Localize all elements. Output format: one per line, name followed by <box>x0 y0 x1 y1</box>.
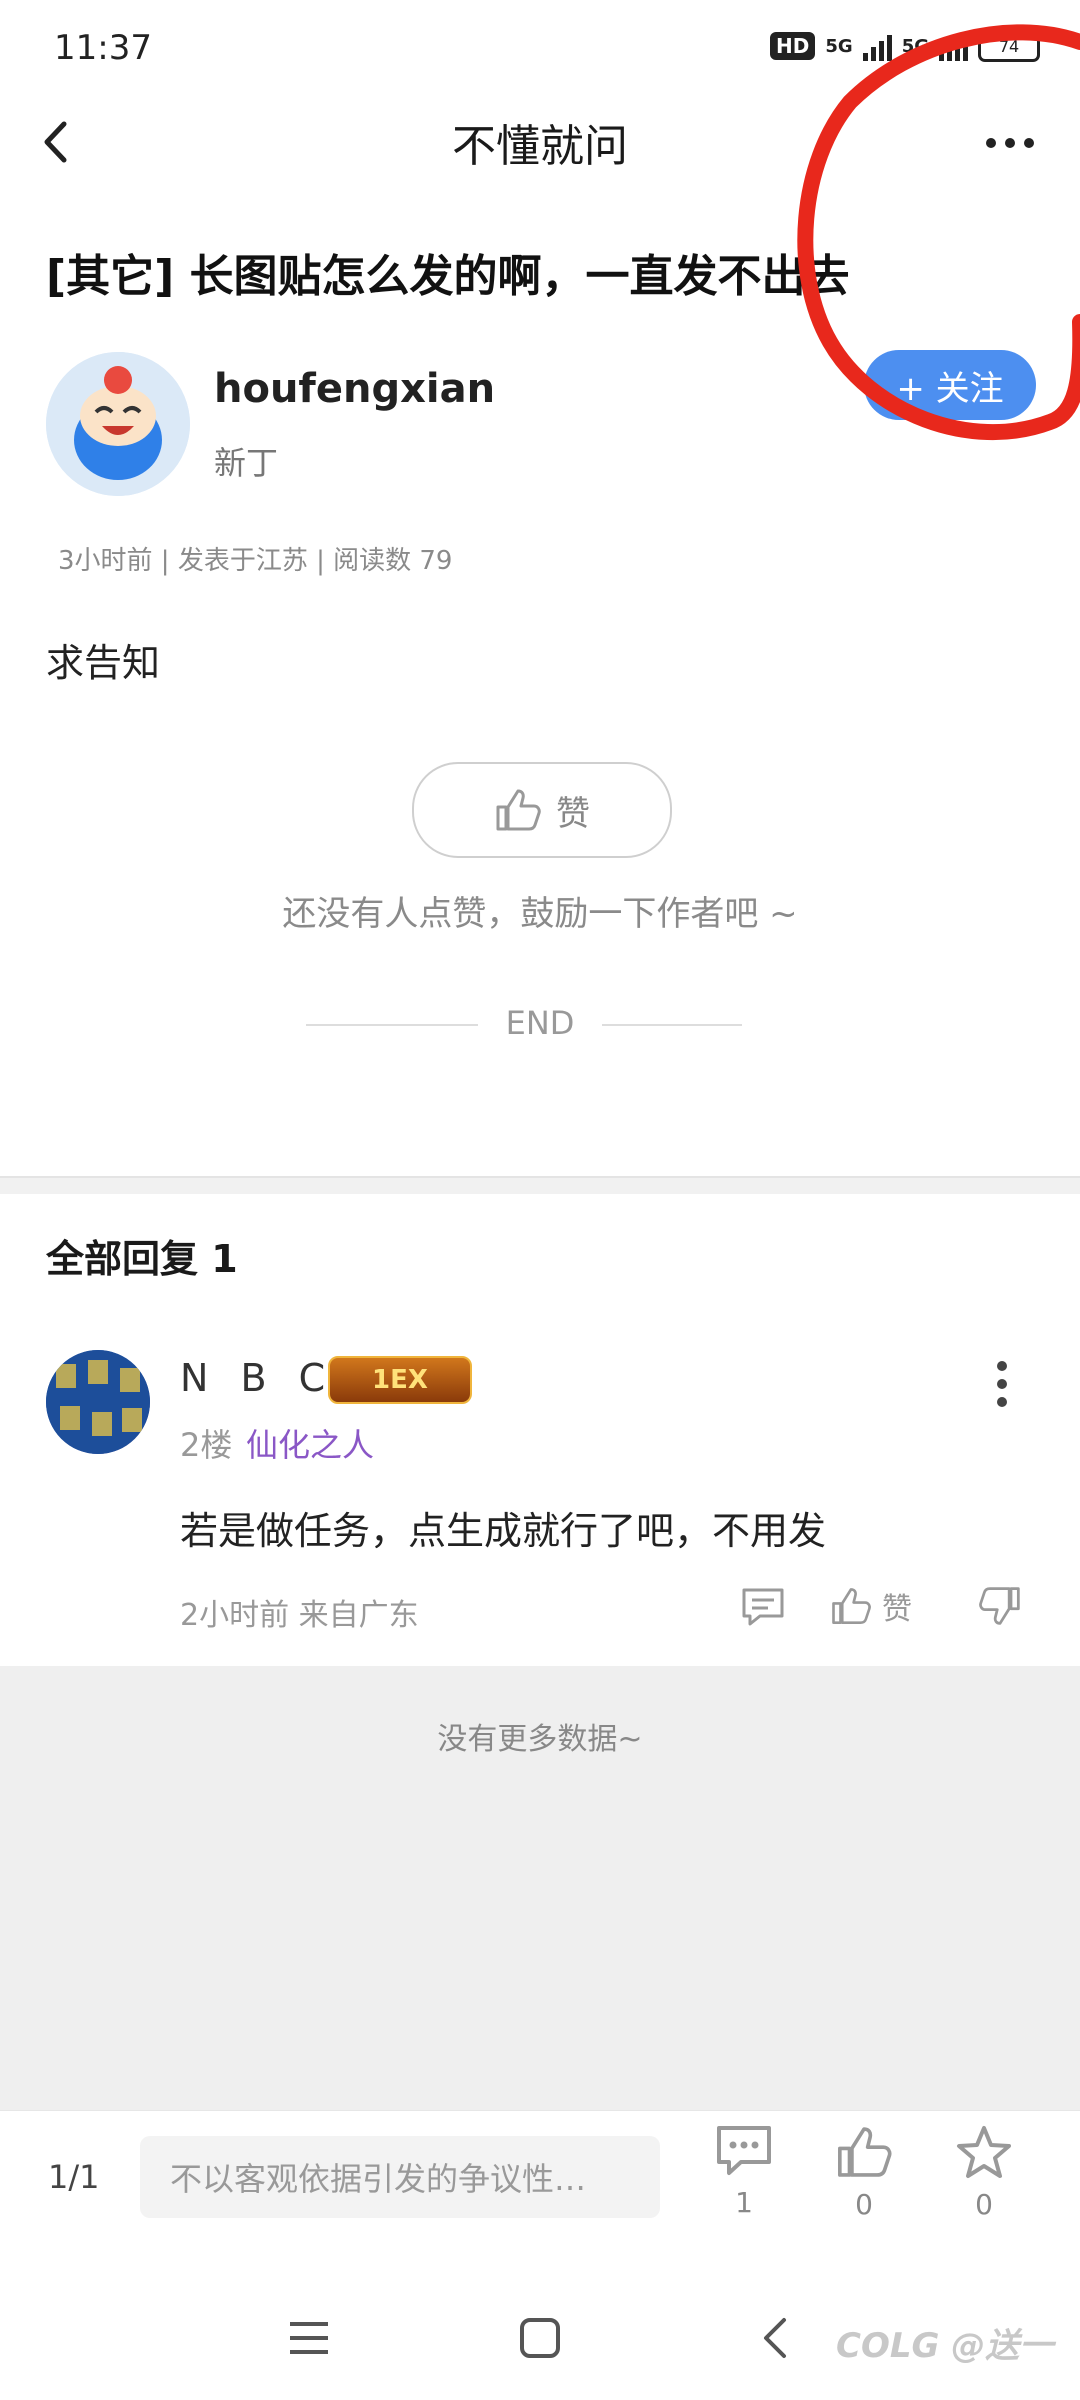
recent-apps-button[interactable] <box>286 2318 332 2358</box>
system-back-button[interactable] <box>758 2314 792 2362</box>
thumbs-up-icon <box>496 789 541 831</box>
level-badge: 1EX <box>328 1356 472 1404</box>
reply-floor: 2楼 <box>180 1426 233 1464</box>
thumbs-up-icon <box>838 2127 892 2177</box>
status-time: 11:37 <box>54 28 152 68</box>
favorite-button[interactable]: 0 <box>944 2124 1024 2244</box>
reply-avatar[interactable] <box>46 1350 150 1454</box>
reply-time: 2小时前 来自广东 <box>180 1598 419 1633</box>
like-count: 0 <box>855 2188 873 2221</box>
vertical-dots-icon <box>997 1361 1007 1407</box>
reply-like-label: 赞 <box>882 1592 912 1627</box>
page-indicator[interactable]: 1/1 <box>48 2158 100 2196</box>
author-rank: 新丁 <box>214 444 279 482</box>
replies-header: 全部回复 1 <box>46 1237 238 1281</box>
reply-menu-button[interactable] <box>984 1356 1020 1412</box>
end-label: END <box>505 1004 575 1042</box>
post-body: 求告知 <box>46 641 161 685</box>
author-name[interactable]: houfengxian <box>214 366 495 412</box>
red-annotation-circle <box>797 24 1080 441</box>
reply-dislike-button[interactable] <box>978 1584 1024 1630</box>
post-meta: 3小时前 | 发表于江苏 | 阅读数 79 <box>58 546 453 576</box>
thumbs-up-icon <box>832 1588 871 1624</box>
chevron-left-icon <box>764 2318 786 2358</box>
watermark: COLG @送一 <box>836 2326 1054 2366</box>
avatar-cartoon-icon <box>46 352 190 496</box>
thumbs-down-icon <box>979 1587 1020 1625</box>
like-button[interactable]: 赞 <box>412 762 672 858</box>
comment-count: 1 <box>735 2186 753 2219</box>
reply-like-button[interactable]: 赞 <box>830 1584 912 1628</box>
favorite-count: 0 <box>975 2188 993 2221</box>
like-label: 赞 <box>556 793 590 834</box>
no-more-data-label: 没有更多数据~ <box>437 1722 643 1757</box>
comment-dots-icon <box>717 2126 771 2175</box>
like-toolbar-button[interactable]: 0 <box>824 2124 904 2244</box>
square-home-icon <box>520 2318 560 2358</box>
home-button[interactable] <box>518 2316 562 2360</box>
comment-input[interactable]: 不以客观依据引发的争议性… <box>140 2136 660 2218</box>
menu-lines-icon <box>290 2322 328 2354</box>
comment-icon <box>742 1588 784 1626</box>
reply-user-title: 仙化之人 <box>246 1426 375 1464</box>
section-divider <box>0 1176 1080 1194</box>
author-avatar[interactable] <box>46 352 190 496</box>
reply-body: 若是做任务，点生成就行了吧，不用发 <box>180 1509 827 1553</box>
avatar-pattern-icon <box>46 1350 150 1454</box>
like-hint: 还没有人点赞，鼓励一下作者吧 ~ <box>282 894 798 934</box>
comments-button[interactable]: 1 <box>704 2124 784 2244</box>
reply-comment-button[interactable] <box>740 1584 786 1630</box>
star-icon <box>957 2126 1011 2178</box>
